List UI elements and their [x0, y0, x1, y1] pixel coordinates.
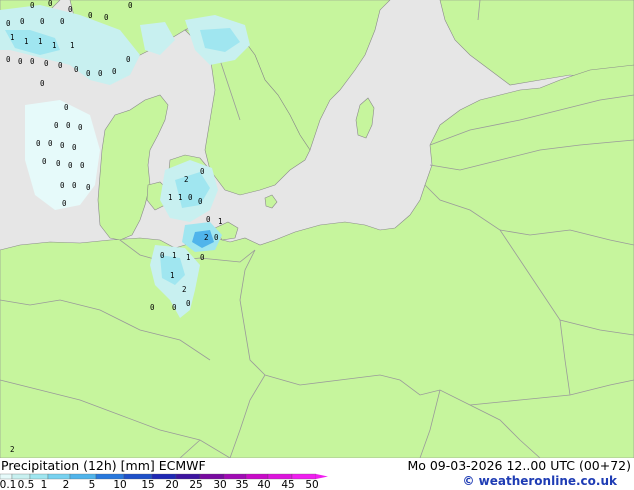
scale-label-5: 5 [89, 479, 96, 490]
grid-label-northsea: 0 [72, 181, 77, 190]
grid-label-skagerrak: 0 [48, 0, 53, 8]
grid-label-skagerrak: 1 [52, 41, 57, 50]
grid-label-islands: 0 [188, 193, 193, 202]
grid-label-skagerrak: 0 [128, 1, 133, 10]
grid-label-germany: 2 [10, 445, 15, 454]
scale-label-0.1: 0.1 [0, 479, 16, 490]
grid-label-germany: 0 [186, 299, 191, 308]
scale-label-10: 10 [113, 479, 126, 490]
scale-label-35: 35 [235, 479, 248, 490]
grid-label-germany: 1 [186, 253, 191, 262]
grid-label-skagerrak: 0 [60, 17, 65, 26]
grid-label-northsea: 0 [78, 123, 83, 132]
grid-label-islands: 0 [214, 233, 219, 242]
grid-label-skagerrak: 0 [6, 55, 11, 64]
grid-label-skagerrak: 1 [38, 37, 43, 46]
scale-label-2: 2 [63, 479, 70, 490]
grid-label-northsea: 0 [64, 103, 69, 112]
grid-label-islands: 2 [204, 233, 209, 242]
grid-label-skagerrak: 0 [6, 19, 11, 28]
grid-label-northsea: 0 [86, 183, 91, 192]
grid-label-northsea: 0 [66, 121, 71, 130]
grid-label-germany: 0 [172, 303, 177, 312]
grid-label-skagerrak: 0 [74, 65, 79, 74]
grid-label-northsea: 0 [72, 143, 77, 152]
grid-label-germany: 1 [172, 251, 177, 260]
grid-label-germany: 0 [200, 253, 205, 262]
scale-label-50: 50 [305, 479, 318, 490]
grid-label-northsea: 0 [36, 139, 41, 148]
grid-label-skagerrak: 0 [40, 17, 45, 26]
precipitation-map: 0000000000111110000000000000000000000000… [0, 0, 634, 459]
grid-label-islands: 1 [178, 193, 183, 202]
grid-label-germany: 0 [160, 251, 165, 260]
scale-label-30: 30 [213, 479, 226, 490]
scale-label-25: 25 [189, 479, 202, 490]
grid-label-skagerrak: 0 [104, 13, 109, 22]
grid-label-skagerrak: 0 [112, 67, 117, 76]
grid-label-skagerrak: 0 [58, 61, 63, 70]
legend-footer: Precipitation (12h) [mm] ECMWF Mo 09-03-… [0, 458, 634, 490]
grid-label-skagerrak: 0 [86, 69, 91, 78]
grid-label-skagerrak: 0 [30, 57, 35, 66]
grid-label-skagerrak: 1 [70, 41, 75, 50]
grid-label-germany: 1 [170, 271, 175, 280]
forecast-datetime: Mo 09-03-2026 12..00 UTC (00+72) [407, 458, 631, 473]
grid-label-islands: 1 [168, 193, 173, 202]
grid-label-northsea: 0 [62, 199, 67, 208]
grid-label-northsea: 0 [42, 157, 47, 166]
map-title: Precipitation (12h) [mm] ECMWF [1, 458, 206, 473]
grid-label-islands: 0 [198, 197, 203, 206]
grid-label-northsea: 0 [60, 141, 65, 150]
grid-label-northsea: 0 [54, 121, 59, 130]
scale-label-40: 40 [257, 479, 270, 490]
grid-label-islands: 0 [200, 167, 205, 176]
grid-label-skagerrak: 0 [68, 5, 73, 14]
grid-label-northsea: 0 [80, 161, 85, 170]
scale-label-1: 1 [41, 479, 48, 490]
scale-label-45: 45 [281, 479, 294, 490]
grid-label-northsea: 0 [40, 79, 45, 88]
grid-label-skagerrak: 1 [10, 33, 15, 42]
grid-label-skagerrak: 0 [30, 1, 35, 10]
grid-label-skagerrak: 0 [88, 11, 93, 20]
grid-label-skagerrak: 0 [44, 59, 49, 68]
grid-label-skagerrak: 0 [20, 17, 25, 26]
scale-label-15: 15 [141, 479, 154, 490]
grid-label-northsea: 0 [60, 181, 65, 190]
grid-label-northsea: 0 [56, 159, 61, 168]
grid-label-skagerrak: 0 [18, 57, 23, 66]
scale-label-20: 20 [165, 479, 178, 490]
grid-label-islands: 1 [218, 217, 223, 226]
grid-label-northsea: 0 [68, 161, 73, 170]
grid-label-northsea: 0 [48, 139, 53, 148]
grid-label-germany: 2 [182, 285, 187, 294]
grid-label-islands: 2 [184, 175, 189, 184]
grid-label-skagerrak: 0 [98, 69, 103, 78]
grid-label-skagerrak: 1 [24, 37, 29, 46]
site-credit[interactable]: © weatheronline.co.uk [462, 474, 617, 488]
grid-label-islands: 0 [206, 215, 211, 224]
scale-label-0.5: 0.5 [18, 479, 35, 490]
grid-label-germany: 0 [150, 303, 155, 312]
grid-label-skagerrak: 0 [126, 55, 131, 64]
color-scale: 0.1 0.5 1 2 5 10 15 20 25 30 35 40 45 50 [0, 473, 328, 490]
